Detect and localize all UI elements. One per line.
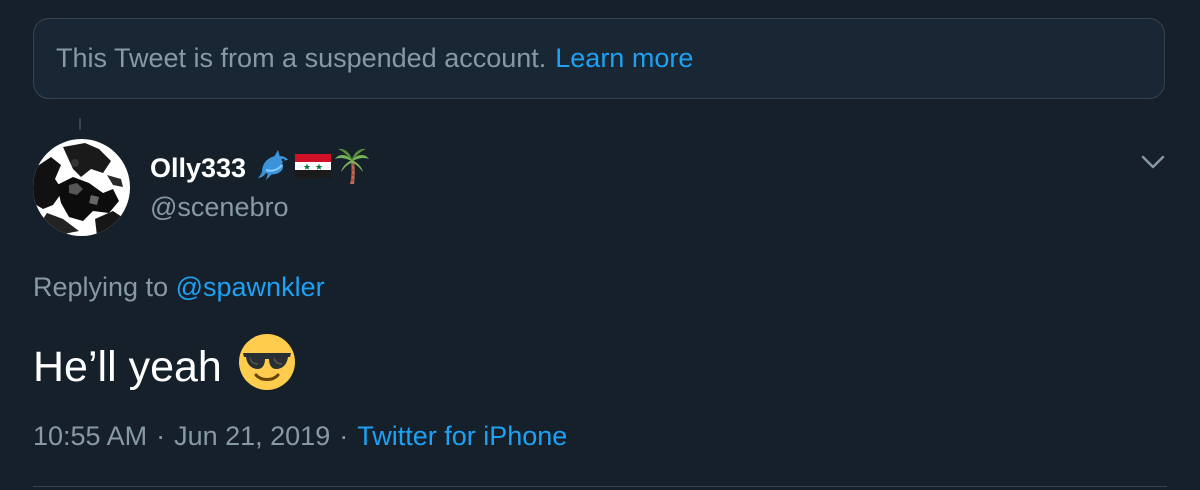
divider — [33, 486, 1167, 487]
display-name[interactable]: Olly333 — [150, 153, 246, 184]
thread-connector — [79, 118, 81, 130]
replying-to: Replying to @spawnkler — [33, 272, 325, 303]
tweet-page: This Tweet is from a suspended account. … — [0, 0, 1200, 490]
tweet-date[interactable]: Jun 21, 2019 — [174, 421, 330, 451]
chevron-down-icon[interactable] — [1140, 152, 1166, 172]
tweet-source-link[interactable]: Twitter for iPhone — [357, 421, 567, 451]
author-name-row[interactable]: Olly333 — [150, 148, 370, 188]
reply-mention-link[interactable]: @spawnkler — [176, 272, 325, 302]
tweet-meta: 10:55 AM · Jun 21, 2019 · Twitter for iPhone — [33, 421, 567, 452]
palm-tree-icon — [334, 147, 370, 190]
sunglasses-face-icon — [238, 333, 296, 402]
avatar[interactable] — [33, 139, 130, 236]
dolphin-icon — [256, 148, 292, 189]
tweet-body: He’ll yeah — [33, 333, 296, 402]
tweet-time[interactable]: 10:55 AM — [33, 421, 147, 451]
replying-prefix: Replying to — [33, 272, 169, 302]
meta-separator: · — [156, 421, 166, 451]
author-handle[interactable]: @scenebro — [150, 192, 288, 223]
learn-more-link[interactable]: Learn more — [555, 43, 693, 74]
suspended-notice: This Tweet is from a suspended account. … — [33, 18, 1165, 99]
syria-flag-icon — [294, 151, 332, 186]
meta-separator: · — [339, 421, 349, 451]
tweet-text: He’ll yeah — [33, 343, 222, 391]
suspended-notice-text: This Tweet is from a suspended account. — [56, 43, 547, 73]
